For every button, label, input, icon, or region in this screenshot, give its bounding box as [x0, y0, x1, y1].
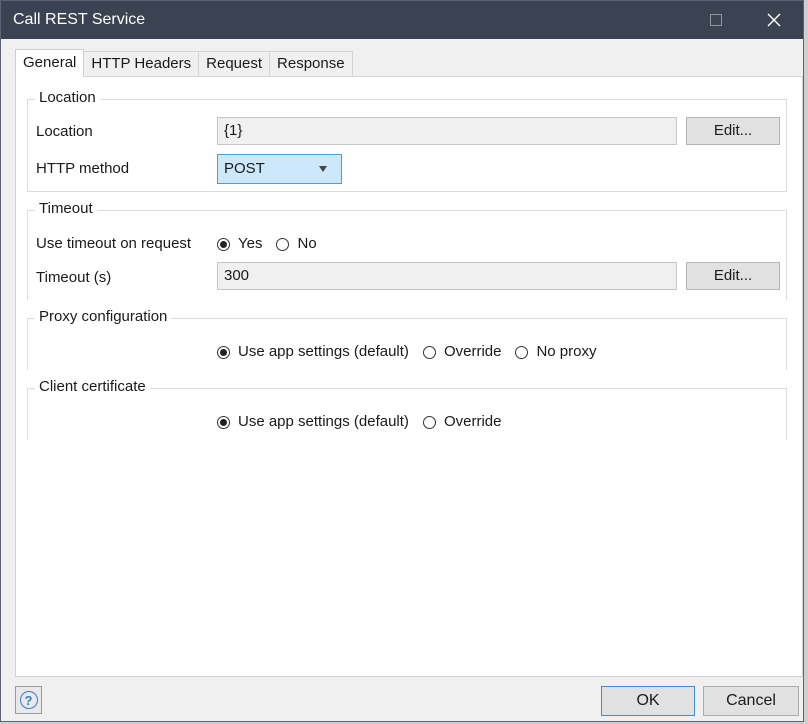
certificate-option-label: Override: [443, 413, 502, 430]
tab-response[interactable]: Response: [269, 51, 353, 77]
location-label: Location: [36, 123, 93, 140]
certificate-group-legend: Client certificate: [35, 377, 150, 397]
general-tab-panel: Location Location {1} Edit... HTTP metho…: [15, 76, 803, 677]
proxy-configuration-group: Proxy configuration Use app settings (de…: [27, 307, 787, 370]
http-method-label: HTTP method: [36, 160, 130, 177]
proxy-option-label: No proxy: [536, 343, 597, 360]
title-bar: Call REST Service: [1, 1, 803, 39]
tab-http-headers[interactable]: HTTP Headers: [83, 51, 200, 77]
proxy-radio-group: Use app settings (default) Override No p…: [217, 342, 611, 362]
radio-unchecked-icon: [515, 345, 529, 359]
proxy-option-label: Override: [443, 343, 502, 360]
close-button[interactable]: [751, 1, 797, 39]
certificate-radio-group: Use app settings (default) Override: [217, 412, 515, 432]
location-group-legend: Location: [35, 88, 100, 108]
certificate-override-radio[interactable]: Override: [422, 412, 502, 432]
location-field[interactable]: {1}: [217, 117, 677, 145]
proxy-no-proxy-radio[interactable]: No proxy: [515, 342, 597, 362]
http-method-value: POST: [224, 160, 265, 177]
certificate-option-label: Use app settings (default): [238, 413, 409, 430]
timeout-group: Timeout Use timeout on request Yes No Ti…: [27, 199, 787, 300]
radio-checked-icon: [217, 345, 230, 359]
close-icon: [767, 13, 781, 27]
use-timeout-radio-group: Yes No: [217, 234, 331, 254]
cancel-button[interactable]: Cancel: [703, 686, 799, 716]
dialog-window: Call REST Service General HTTP Headers R…: [0, 0, 804, 722]
dialog-title: Call REST Service: [13, 11, 146, 28]
tab-general[interactable]: General: [15, 49, 85, 77]
location-edit-button[interactable]: Edit...: [686, 117, 780, 145]
maximize-icon: [710, 14, 722, 26]
proxy-option-label: Use app settings (default): [238, 343, 409, 360]
timeout-no-radio[interactable]: No: [276, 234, 317, 254]
ok-button[interactable]: OK: [601, 686, 695, 716]
location-group: Location Location {1} Edit... HTTP metho…: [27, 88, 787, 192]
timeout-seconds-field[interactable]: 300: [217, 262, 677, 290]
timeout-group-legend: Timeout: [35, 199, 97, 219]
radio-unchecked-icon: [422, 345, 436, 359]
http-method-select[interactable]: POST: [217, 154, 342, 184]
maximize-button[interactable]: [693, 1, 739, 39]
dropdown-arrow-icon: [319, 166, 327, 172]
radio-unchecked-icon: [422, 415, 436, 429]
timeout-yes-label: Yes: [238, 235, 263, 252]
help-button[interactable]: ?: [15, 686, 42, 714]
proxy-override-radio[interactable]: Override: [422, 342, 502, 362]
help-icon: ?: [19, 691, 38, 709]
timeout-seconds-label: Timeout (s): [36, 269, 112, 286]
certificate-app-settings-radio[interactable]: Use app settings (default): [217, 412, 409, 432]
radio-checked-icon: [217, 237, 230, 251]
timeout-edit-button[interactable]: Edit...: [686, 262, 780, 290]
use-timeout-label: Use timeout on request: [36, 235, 192, 252]
radio-checked-icon: [217, 415, 230, 429]
timeout-yes-radio[interactable]: Yes: [217, 234, 262, 254]
proxy-group-legend: Proxy configuration: [35, 307, 172, 327]
proxy-app-settings-radio[interactable]: Use app settings (default): [217, 342, 409, 362]
radio-unchecked-icon: [276, 237, 290, 251]
tab-request[interactable]: Request: [198, 51, 271, 77]
tab-strip: General HTTP Headers Request Response: [15, 49, 353, 77]
client-certificate-group: Client certificate Use app settings (def…: [27, 377, 787, 440]
timeout-no-label: No: [297, 235, 317, 252]
